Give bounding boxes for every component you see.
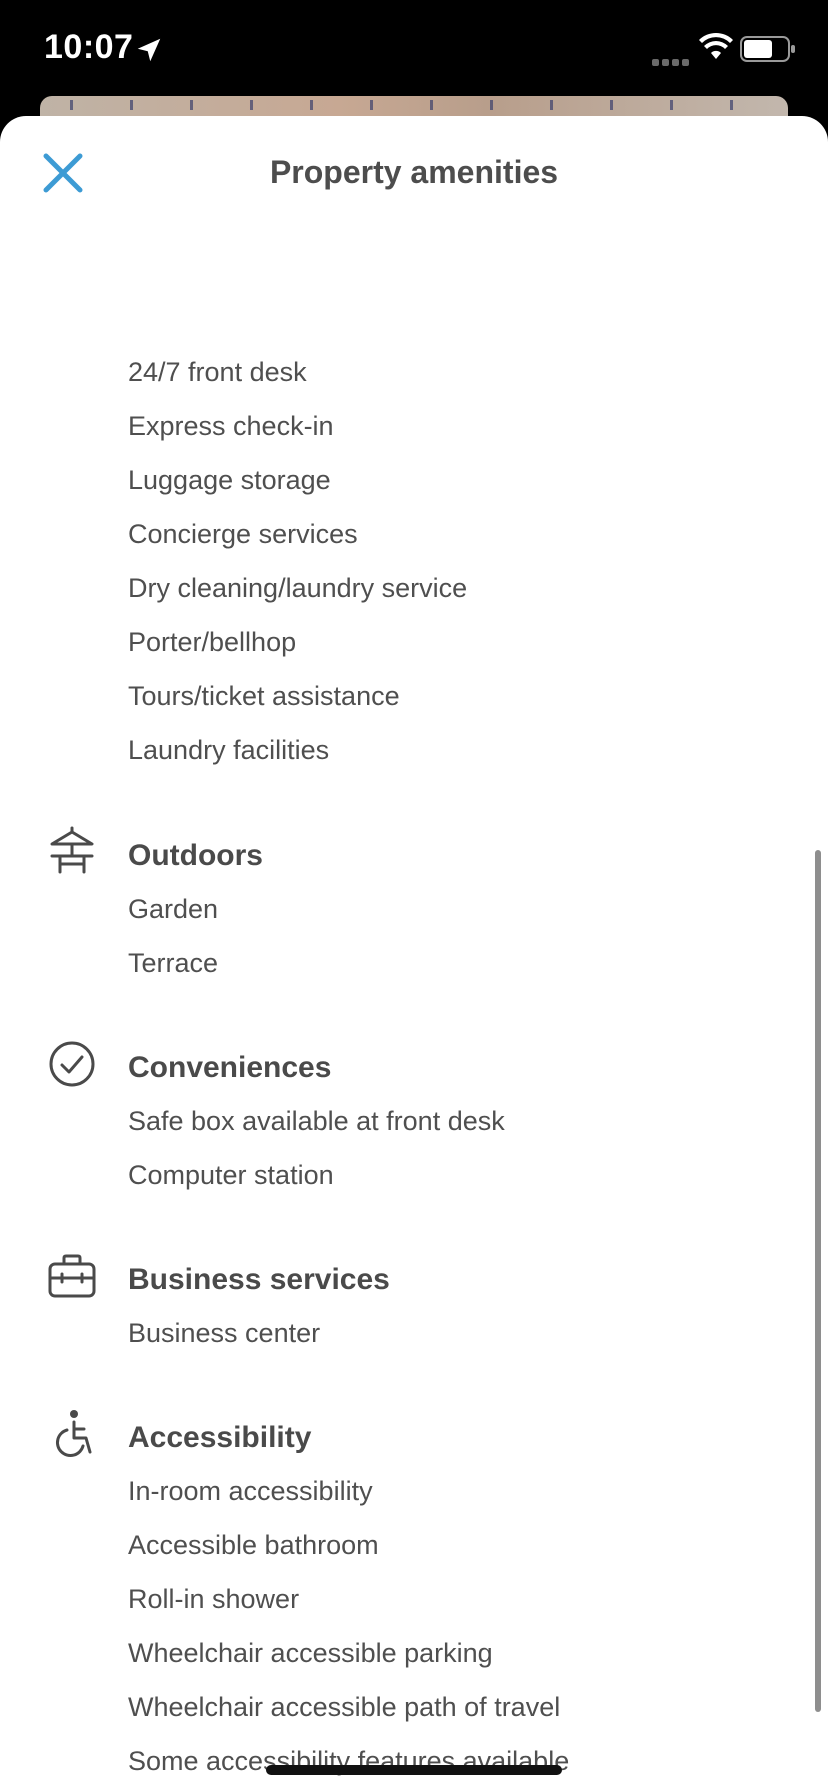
amenity-item: Express check-in — [128, 411, 334, 441]
briefcase-icon — [48, 1254, 96, 1298]
status-time: 10:07 — [44, 28, 134, 66]
section-heading-conveniences: Conveniences — [128, 1051, 332, 1084]
amenity-item: Tours/ticket assistance — [128, 681, 400, 711]
amenity-item: Luggage storage — [128, 465, 331, 495]
scrollbar[interactable] — [815, 850, 821, 1712]
section-heading-business-services: Business services — [128, 1263, 390, 1296]
amenity-item: Concierge services — [128, 519, 358, 549]
sheet-title: Property amenities — [269, 154, 559, 190]
check-circle-icon — [49, 1041, 95, 1087]
section-heading-outdoors: Outdoors — [128, 839, 263, 872]
amenity-item: 24/7 front desk — [128, 357, 307, 387]
amenity-item: Wheelchair accessible path of travel — [128, 1692, 561, 1722]
battery-icon — [740, 36, 795, 62]
amenity-item: Wheelchair accessible parking — [128, 1638, 493, 1668]
amenities-sheet: Property amenities 24/7 front desk Expre… — [0, 116, 828, 1792]
outdoor-table-icon — [50, 826, 94, 874]
amenity-item: Safe box available at front desk — [128, 1106, 505, 1136]
amenity-item: Porter/bellhop — [128, 627, 297, 657]
amenity-item: Roll-in shower — [128, 1584, 300, 1614]
cellular-signal-icon — [652, 53, 692, 71]
wifi-icon — [699, 32, 733, 59]
amenity-item: Computer station — [128, 1160, 334, 1190]
amenity-item: Garden — [128, 894, 219, 924]
amenity-item: Laundry facilities — [128, 735, 330, 765]
wheelchair-icon — [55, 1410, 92, 1458]
section-heading-accessibility: Accessibility — [128, 1421, 312, 1454]
amenity-item: Dry cleaning/laundry service — [128, 573, 468, 603]
amenity-item: Terrace — [128, 948, 219, 978]
amenity-item: Business center — [128, 1318, 321, 1348]
amenity-item: Accessible bathroom — [128, 1530, 379, 1560]
status-bar: 10:07 — [0, 0, 828, 100]
amenity-item: In-room accessibility — [128, 1476, 373, 1506]
home-indicator[interactable] — [266, 1765, 562, 1775]
location-arrow-icon — [137, 38, 161, 62]
